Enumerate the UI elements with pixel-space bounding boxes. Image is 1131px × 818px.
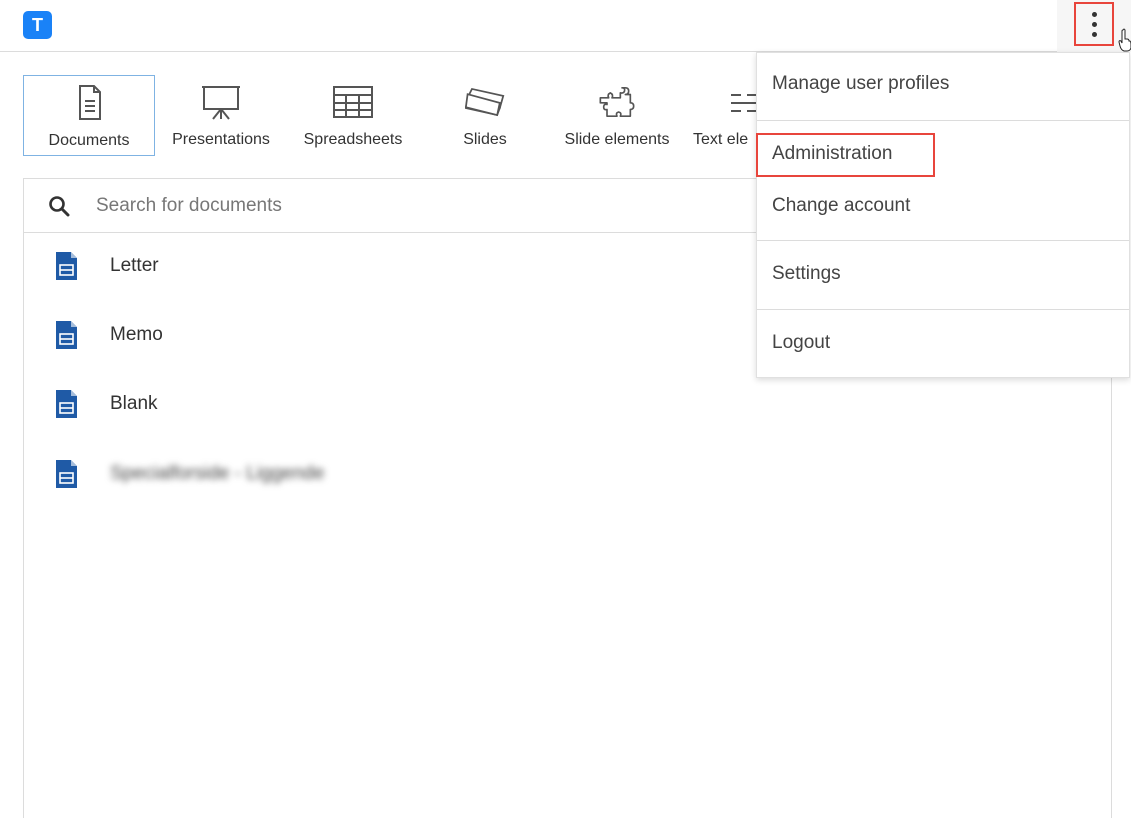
document-name: Specialforside - Liggende — [110, 463, 325, 484]
slides-icon — [465, 87, 505, 117]
list-item[interactable]: Specialforside - Liggende — [24, 445, 754, 505]
document-file-icon — [56, 460, 77, 488]
menu-item-manage-user-profiles[interactable]: Manage user profiles — [757, 53, 1129, 120]
document-icon — [79, 85, 101, 120]
list-item[interactable]: Letter — [24, 237, 754, 297]
menu-item-label: Settings — [772, 263, 841, 284]
menu-item-administration[interactable]: Administration — [757, 133, 1129, 177]
tab-label: Slide elements — [564, 131, 670, 148]
document-file-icon — [56, 252, 77, 280]
hand-cursor-icon — [1118, 28, 1131, 52]
search-input[interactable] — [96, 189, 736, 223]
document-name: Letter — [110, 255, 159, 276]
menu-divider — [757, 120, 1129, 121]
tab-documents[interactable]: Documents — [23, 75, 155, 156]
app-logo[interactable]: T — [23, 11, 52, 39]
menu-item-label: Administration — [772, 143, 893, 164]
list-item[interactable]: Memo — [24, 306, 754, 366]
spreadsheet-icon — [333, 86, 373, 118]
kebab-dot — [1091, 31, 1097, 37]
tab-presentations[interactable]: Presentations — [155, 75, 287, 156]
document-file-icon — [56, 390, 77, 418]
search-icon — [49, 196, 70, 217]
menu-item-label: Change account — [772, 195, 911, 216]
document-name: Blank — [110, 393, 158, 414]
tab-label: Text ele — [693, 131, 749, 148]
kebab-dot — [1091, 11, 1097, 17]
tab-label: Spreadsheets — [303, 131, 403, 148]
presentation-icon — [202, 86, 240, 120]
puzzle-icon — [599, 87, 635, 117]
tab-slide-elements[interactable]: Slide elements — [551, 75, 683, 156]
kebab-dot — [1091, 21, 1097, 27]
menu-item-logout[interactable]: Logout — [757, 310, 1129, 378]
more-options-button[interactable] — [1074, 2, 1114, 46]
menu-item-change-account[interactable]: Change account — [757, 183, 1129, 233]
tab-label: Documents — [48, 132, 130, 149]
list-item[interactable]: Blank — [24, 375, 754, 435]
document-name: Memo — [110, 324, 163, 345]
document-file-icon — [56, 321, 77, 349]
tab-spreadsheets[interactable]: Spreadsheets — [287, 75, 419, 156]
account-menu: Manage user profiles Administration Chan… — [756, 52, 1130, 378]
tab-label: Presentations — [172, 131, 270, 148]
tab-label: Slides — [463, 131, 507, 148]
top-bar: T — [0, 0, 1131, 52]
tab-slides[interactable]: Slides — [419, 75, 551, 156]
menu-item-label: Logout — [772, 332, 831, 353]
menu-item-label: Manage user profiles — [772, 73, 950, 94]
menu-item-settings[interactable]: Settings — [757, 241, 1129, 309]
